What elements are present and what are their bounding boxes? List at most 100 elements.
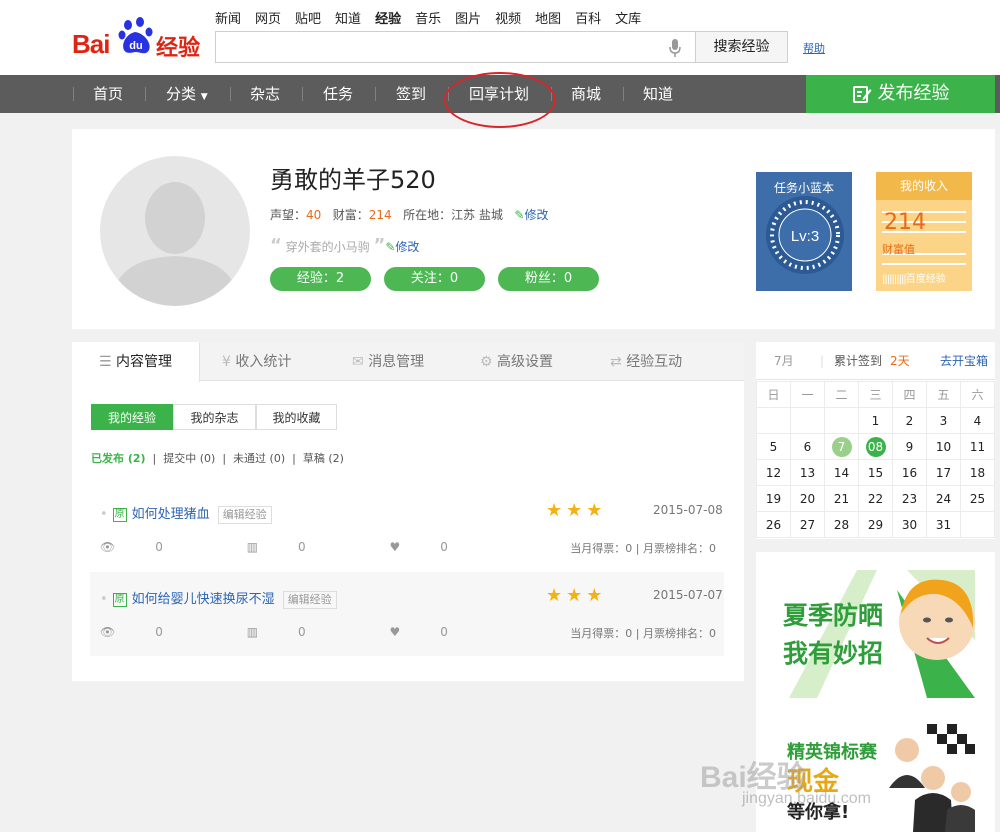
income-title: 我的收入	[876, 172, 972, 200]
default-avatar-icon	[110, 182, 240, 306]
tab-income-stats[interactable]: ¥ 收入统计	[222, 342, 291, 382]
tab-label: 收入统计	[235, 354, 292, 370]
calendar-day: 10	[926, 433, 961, 460]
nav-zhidao[interactable]: 知道	[643, 75, 673, 113]
income-brand-text: 百度经验	[905, 274, 946, 285]
views-count: 👁 0	[100, 540, 203, 554]
calendar-day: 17	[926, 459, 961, 486]
swap-icon: ⇄	[610, 354, 622, 370]
top-nav-item[interactable]: 地图	[535, 8, 561, 27]
income-card[interactable]: 我的收入 214 财富值 ||||||||||百度经验	[876, 172, 972, 291]
microphone-icon[interactable]	[668, 38, 682, 58]
tab-advanced-settings[interactable]: ⚙ 高级设置	[480, 342, 553, 382]
tab-content-management[interactable]: ☰ 内容管理	[72, 342, 200, 382]
nav-category[interactable]: 分类 ▼	[166, 75, 208, 113]
help-link[interactable]: 帮助	[803, 40, 825, 56]
top-nav-item[interactable]: 文库	[615, 8, 641, 27]
stat-following[interactable]: 关注：0	[384, 267, 485, 291]
search-input[interactable]	[215, 31, 695, 63]
calendar-day: 18	[960, 459, 995, 486]
gear-icon: ⚙	[480, 354, 493, 370]
star-icon: ★	[566, 585, 587, 606]
star-icon: ★	[546, 500, 567, 521]
logo-du: du	[129, 40, 142, 52]
edit-experience-button[interactable]: 编辑经验	[217, 506, 272, 524]
top-nav-item[interactable]: 新闻	[215, 8, 241, 27]
stat-experience[interactable]: 经验：2	[270, 267, 371, 291]
motto-text: 穿外套的小马驹	[285, 240, 370, 254]
level-text: Lv:3	[791, 228, 819, 245]
open-treasure-link[interactable]: 去开宝箱	[940, 342, 988, 380]
publish-button[interactable]: 发布经验	[806, 75, 995, 113]
nav-magazine[interactable]: 杂志	[250, 75, 280, 113]
calendar-day: 1	[858, 407, 893, 434]
tab-interaction[interactable]: ⇄ 经验互动	[610, 342, 682, 382]
top-nav-item[interactable]: 百科	[575, 8, 601, 27]
filter-drafts[interactable]: 草稿 (2)	[303, 452, 344, 465]
publish-date: 2015-07-07	[653, 588, 723, 602]
likes-count: ♥ 0	[390, 540, 488, 554]
top-nav-item[interactable]: 视频	[495, 8, 521, 27]
nav-tasks[interactable]: 任务	[323, 75, 353, 113]
filter-rejected[interactable]: 未通过 (0)	[233, 452, 285, 465]
likes-count: ♥ 0	[390, 625, 488, 639]
weekday: 四	[892, 381, 927, 408]
level-badge: Lv:3	[766, 196, 844, 274]
filter-published[interactable]: 已发布 (2)	[91, 452, 146, 465]
baidu-logo[interactable]: Bai du 经验	[72, 14, 202, 62]
experience-link[interactable]: 如何处理猪血	[132, 507, 210, 522]
tab-label: 消息管理	[368, 354, 425, 370]
streak-label: 累计签到	[834, 354, 883, 368]
tab-label: 内容管理	[116, 354, 172, 370]
nav-separator	[230, 87, 231, 101]
subtab-my-experience[interactable]: 我的经验	[91, 404, 173, 430]
edit-label: 修改	[395, 240, 420, 254]
top-nav-item[interactable]: 经验	[375, 8, 401, 27]
edit-motto-link[interactable]: ✎修改	[385, 240, 419, 254]
location-value: 江苏 盐城	[451, 208, 503, 222]
star-icon: ★	[586, 585, 607, 606]
top-nav-item[interactable]: 知道	[335, 8, 361, 27]
calendar-day: 27	[790, 511, 825, 538]
heart-icon: ♥	[389, 540, 401, 554]
calendar-day: 5	[756, 433, 791, 460]
calendar-day: 29	[858, 511, 893, 538]
calendar-day: 7	[824, 433, 859, 460]
tab-messages[interactable]: ✉ 消息管理	[352, 342, 424, 382]
subtab-my-favorites[interactable]: 我的收藏	[256, 404, 337, 430]
logo-bai: Bai	[72, 29, 110, 59]
reputation-label: 声望：	[270, 208, 307, 222]
experience-title: • 原如何处理猪血 编辑经验	[100, 503, 272, 524]
user-stats: 声望：40 财富：214 所在地：江苏 盐城 ✎修改	[270, 206, 549, 223]
top-nav-item[interactable]: 网页	[255, 8, 281, 27]
barcode-icon: ||||||||||	[882, 274, 907, 285]
ad-sunscreen[interactable]: 夏季防晒 我有妙招	[777, 570, 975, 698]
search-button[interactable]: 搜索经验	[695, 31, 788, 63]
calendar-day: 4	[960, 407, 995, 434]
publish-label: 发布经验	[877, 83, 950, 104]
star-icon: ★	[586, 500, 607, 521]
nav-mall[interactable]: 商城	[571, 75, 601, 113]
chevron-down-icon: ▼	[200, 92, 208, 102]
signed-day-today: 08	[865, 436, 886, 457]
list-item: • 原如何给婴儿快速换尿不湿 编辑经验 ★★★ 2015-07-07 👁 0 ▥ 0 ♥…	[90, 572, 724, 656]
edit-location-link[interactable]: ✎修改	[514, 208, 548, 222]
experience-link[interactable]: 如何给婴儿快速换尿不湿	[132, 592, 275, 607]
nav-checkin[interactable]: 签到	[396, 75, 426, 113]
avatar[interactable]	[100, 156, 250, 306]
edit-experience-button[interactable]: 编辑经验	[282, 591, 337, 609]
top-nav-item[interactable]: 贴吧	[295, 8, 321, 27]
nav-home[interactable]: 首页	[93, 75, 123, 113]
income-unit: 财富值	[882, 243, 915, 256]
calendar-day: 3	[926, 407, 961, 434]
user-motto: “ 穿外套的小马驹 ”✎修改	[270, 235, 419, 256]
top-nav: 新闻 网页 贴吧 知道 经验 音乐 图片 视频 地图 百科 文库	[215, 8, 655, 27]
calendar-day: 11	[960, 433, 995, 460]
filter-submitting[interactable]: 提交中 (0)	[163, 452, 215, 465]
weekday: 二	[824, 381, 859, 408]
top-nav-item[interactable]: 音乐	[415, 8, 441, 27]
task-card[interactable]: 任务小蓝本 Lv:3	[756, 172, 852, 291]
top-nav-item[interactable]: 图片	[455, 8, 481, 27]
stat-followers[interactable]: 粉丝：0	[498, 267, 599, 291]
subtab-my-magazine[interactable]: 我的杂志	[173, 404, 256, 430]
